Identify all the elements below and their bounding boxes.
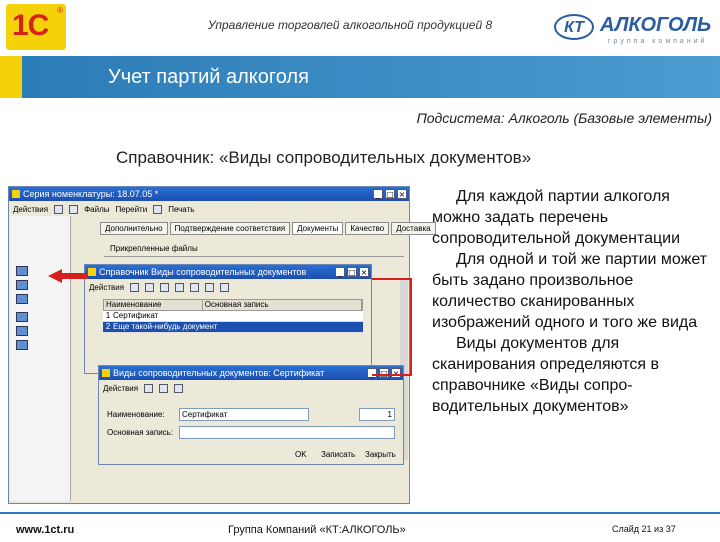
title-band-accent bbox=[0, 56, 22, 98]
row-name: Еще такой-нибудь документ bbox=[113, 322, 218, 331]
close-button[interactable]: × bbox=[359, 267, 369, 277]
main-record-field[interactable] bbox=[179, 426, 395, 439]
refresh-icon[interactable] bbox=[69, 204, 79, 214]
subsystem-label: Подсистема: Алкоголь (Базовые элементы) bbox=[416, 110, 712, 126]
column-main[interactable]: Основная запись bbox=[203, 300, 362, 310]
code-field[interactable]: 1 bbox=[359, 408, 395, 421]
delete-icon[interactable] bbox=[175, 282, 185, 292]
header-title: Управление торговлей алкогольной продукц… bbox=[207, 18, 493, 32]
window-icon bbox=[102, 369, 110, 377]
menu-print[interactable]: Печать bbox=[168, 205, 194, 214]
catalog-window-title: Справочник Виды сопроводительных докумен… bbox=[99, 267, 307, 277]
slide-title: Учет партий алкоголя bbox=[108, 66, 309, 88]
side-panel bbox=[10, 216, 71, 501]
description-text: Для каждой партии алкоголя можно задать … bbox=[432, 186, 712, 417]
table-row[interactable]: 1 Сертификат bbox=[103, 311, 363, 322]
add-icon[interactable] bbox=[130, 282, 140, 292]
name-field[interactable]: Сертификат bbox=[179, 408, 309, 421]
tab-delivery[interactable]: Доставка bbox=[391, 222, 436, 235]
close-button[interactable]: × bbox=[397, 189, 407, 199]
doc-type-window-titlebar: Виды сопроводительных документов: Сертиф… bbox=[99, 366, 403, 380]
copy-icon[interactable] bbox=[145, 282, 155, 292]
sort-icon[interactable] bbox=[205, 282, 215, 292]
catalog-toolbar: Действия bbox=[85, 279, 371, 295]
window-icon bbox=[12, 190, 20, 198]
save-icon[interactable] bbox=[144, 383, 154, 393]
tab-documents[interactable]: Документы bbox=[292, 222, 344, 235]
catalog-window-titlebar: Справочник Виды сопроводительных докумен… bbox=[85, 265, 371, 279]
menu-goto[interactable]: Перейти bbox=[115, 205, 147, 214]
doc-type-window-title: Виды сопроводительных документов: Сертиф… bbox=[113, 368, 325, 378]
filter-icon[interactable] bbox=[190, 282, 200, 292]
logo-kt-alcohol: КТ АЛКОГОЛЬ группа компаний bbox=[548, 10, 718, 50]
menu-actions[interactable]: Действия bbox=[13, 205, 48, 214]
kt-brand-name: АЛКОГОЛЬ bbox=[600, 14, 712, 36]
row-number: 2 bbox=[105, 322, 111, 331]
save-icon[interactable] bbox=[54, 204, 64, 214]
series-window-title: Серия номенклатуры: 18.07.05 * bbox=[23, 189, 159, 199]
doc-type-toolbar: Действия bbox=[99, 380, 403, 396]
document-icon[interactable] bbox=[16, 340, 28, 350]
paragraph-1: Для каждой партии алкоголя можно задать … bbox=[432, 188, 681, 247]
divider bbox=[104, 256, 404, 257]
tab-conformity[interactable]: Подтверждение соответствия bbox=[169, 222, 291, 235]
menu-actions[interactable]: Действия bbox=[103, 384, 138, 393]
column-name[interactable]: Наименование bbox=[104, 300, 203, 310]
window-icon bbox=[88, 268, 96, 276]
red-arrow-icon bbox=[48, 269, 88, 283]
series-window-titlebar: Серия номенклатуры: 18.07.05 * _ □ × bbox=[9, 187, 409, 201]
series-toolbar: Действия Файлы Перейти Печать bbox=[9, 201, 409, 217]
row-name: Сертификат bbox=[113, 311, 159, 320]
footer-site[interactable]: www.1ct.ru bbox=[16, 524, 74, 536]
edit-icon[interactable] bbox=[160, 282, 170, 292]
save-button[interactable]: Записать bbox=[321, 450, 355, 459]
help-icon[interactable] bbox=[174, 383, 184, 393]
minimize-button[interactable]: _ bbox=[335, 267, 345, 277]
close-form-button[interactable]: Закрыть bbox=[365, 450, 396, 459]
folder-icon[interactable] bbox=[16, 294, 28, 304]
red-frame bbox=[372, 278, 412, 376]
document-icon[interactable] bbox=[16, 312, 28, 322]
help-icon[interactable] bbox=[153, 204, 163, 214]
ok-button[interactable]: OK bbox=[295, 450, 307, 459]
slide-number: Слайд 21 из 37 bbox=[612, 524, 676, 534]
logo-1c-text: 1С bbox=[12, 9, 49, 42]
folder-icon[interactable] bbox=[16, 266, 28, 276]
logo-1c: 1С ® bbox=[6, 4, 66, 50]
paragraph-3: Виды документов для сканирования определ… bbox=[432, 335, 660, 415]
row-number: 1 bbox=[105, 311, 111, 320]
help-icon[interactable] bbox=[220, 282, 230, 292]
minimize-button[interactable]: _ bbox=[373, 189, 383, 199]
kt-brand-sub: группа компаний bbox=[608, 38, 708, 45]
paragraph-2: Для одной и той же партии может быть зад… bbox=[432, 251, 708, 331]
main-record-label: Основная запись: bbox=[107, 428, 174, 437]
series-tabs: Дополнительно Подтверждение соответствия… bbox=[100, 222, 436, 235]
maximize-button[interactable]: □ bbox=[347, 267, 357, 277]
menu-files[interactable]: Файлы bbox=[84, 205, 109, 214]
table-row[interactable]: 2 Еще такой-нибудь документ bbox=[103, 322, 363, 333]
menu-actions[interactable]: Действия bbox=[89, 283, 124, 292]
section-title: Справочник: «Виды сопроводительных докум… bbox=[116, 148, 532, 167]
kt-mark: КТ bbox=[554, 14, 594, 40]
tab-quality[interactable]: Качество bbox=[345, 222, 390, 235]
grid-header: Наименование Основная запись bbox=[103, 299, 363, 311]
footer-company: Группа Компаний «КТ:АЛКОГОЛЬ» bbox=[228, 524, 406, 536]
name-label: Наименование: bbox=[107, 410, 165, 419]
document-icon[interactable] bbox=[16, 326, 28, 336]
doc-type-window: Виды сопроводительных документов: Сертиф… bbox=[98, 365, 404, 465]
maximize-button[interactable]: □ bbox=[385, 189, 395, 199]
tab-additional[interactable]: Дополнительно bbox=[100, 222, 168, 235]
attached-files-label: Прикрепленные файлы bbox=[110, 244, 198, 253]
refresh-icon[interactable] bbox=[159, 383, 169, 393]
folder-icon[interactable] bbox=[16, 280, 28, 290]
catalog-window: Справочник Виды сопроводительных докумен… bbox=[84, 264, 372, 374]
registered-mark: ® bbox=[57, 6, 63, 15]
